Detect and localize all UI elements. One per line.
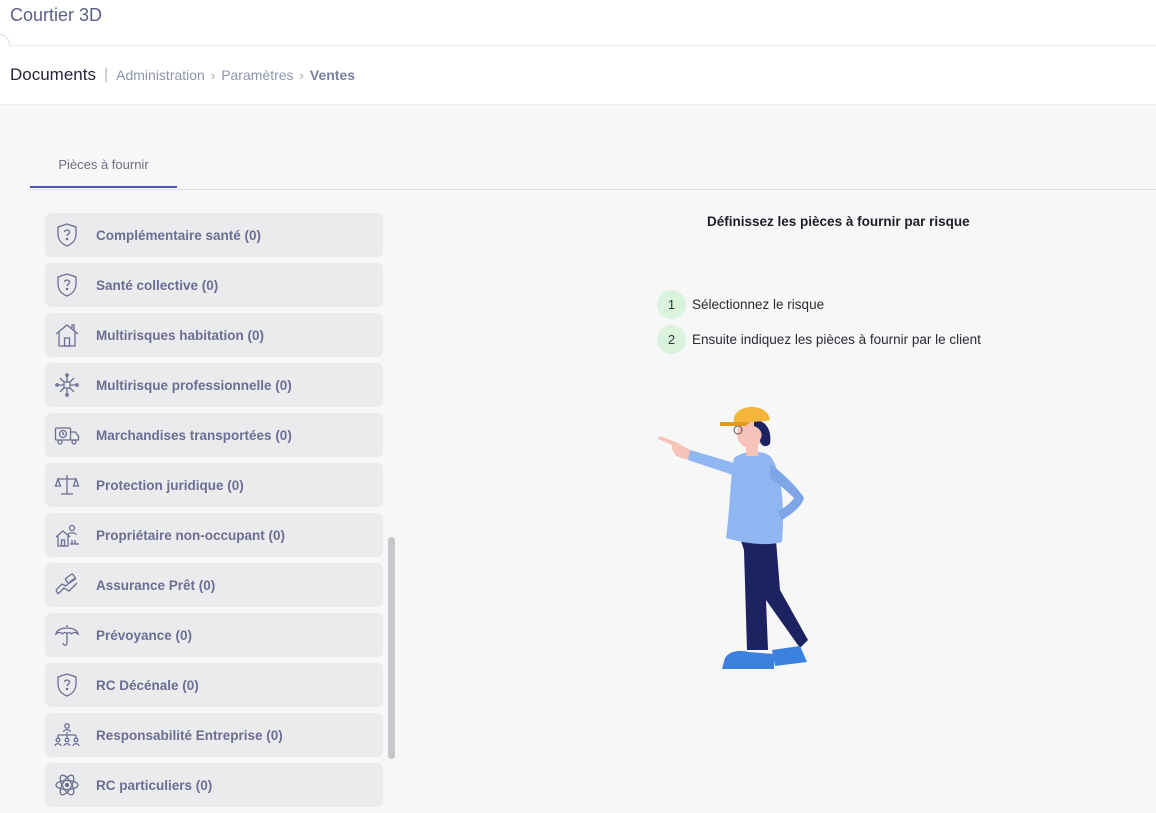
page-header: Documents | Administration › Paramètres … xyxy=(0,46,1156,105)
risk-item-label: Protection juridique (0) xyxy=(96,477,244,493)
umbrella-icon xyxy=(54,622,80,648)
breadcrumb-separator: | xyxy=(103,66,109,83)
risk-item-proprietaire-non-occupant[interactable]: Propriétaire non-occupant (0) xyxy=(45,513,383,557)
risk-item-sante-collective[interactable]: Santé collective (0) xyxy=(45,263,383,307)
breadcrumb: Documents | Administration › Paramètres … xyxy=(10,65,355,85)
risk-list: Complémentaire santé (0) Santé collectiv… xyxy=(45,213,383,813)
chevron-right-icon: › xyxy=(210,67,216,83)
app-title: Courtier 3D xyxy=(10,5,103,25)
handshake-icon xyxy=(54,572,80,598)
risk-item-label: Multirisque professionnelle (0) xyxy=(96,377,292,393)
atom-icon xyxy=(54,772,80,798)
step-1: 1 Sélectionnez le risque xyxy=(657,290,824,319)
instructions-title: Définissez les pièces à fournir par risq… xyxy=(707,214,970,229)
breadcrumb-current: Ventes xyxy=(309,67,356,83)
risk-item-label: RC Décénale (0) xyxy=(96,677,199,693)
scales-icon xyxy=(54,472,80,498)
tab-pieces-a-fournir[interactable]: Pièces à fournir xyxy=(30,148,177,188)
top-bar: Courtier 3D xyxy=(0,0,1156,46)
risk-item-label: Responsabilité Entreprise (0) xyxy=(96,727,283,743)
risk-item-assurance-pret[interactable]: Assurance Prêt (0) xyxy=(45,563,383,607)
step-text: Sélectionnez le risque xyxy=(692,297,825,312)
risk-item-multirisques-habitation[interactable]: Multirisques habitation (0) xyxy=(45,313,383,357)
tab-bar: Pièces à fournir xyxy=(30,148,1156,190)
risk-item-label: RC particuliers (0) xyxy=(96,777,213,793)
risk-item-prevoyance[interactable]: Prévoyance (0) xyxy=(45,613,383,657)
risk-item-marchandises-transportees[interactable]: Marchandises transportées (0) xyxy=(45,413,383,457)
step-2: 2 Ensuite indiquez les pièces à fournir … xyxy=(657,325,981,354)
step-text: Ensuite indiquez les pièces à fournir pa… xyxy=(692,332,981,347)
shield-question-icon xyxy=(54,222,80,248)
page-title: Documents xyxy=(10,65,96,84)
risk-item-rc-particuliers[interactable]: RC particuliers (0) xyxy=(45,763,383,807)
risk-item-label: Marchandises transportées (0) xyxy=(96,427,292,443)
step-number-badge: 2 xyxy=(657,325,686,354)
risk-item-multirisque-professionnelle[interactable]: Multirisque professionnelle (0) xyxy=(45,363,383,407)
risk-item-label: Propriétaire non-occupant (0) xyxy=(96,527,286,543)
shield-question-icon xyxy=(54,272,80,298)
risk-item-label: Santé collective (0) xyxy=(96,277,219,293)
risk-item-rc-decenale[interactable]: RC Décénale (0) xyxy=(45,663,383,707)
risk-list-scrollbar[interactable] xyxy=(388,537,395,759)
step-number-badge: 1 xyxy=(657,290,686,319)
risk-item-label: Complémentaire santé (0) xyxy=(96,227,262,243)
pointing-worker-illustration xyxy=(650,400,820,675)
breadcrumb-parametres[interactable]: Paramètres xyxy=(221,67,293,83)
risk-item-complementaire-sante[interactable]: Complémentaire santé (0) xyxy=(45,213,383,257)
breadcrumb-administration[interactable]: Administration xyxy=(116,67,205,83)
risk-item-label: Assurance Prêt (0) xyxy=(96,577,216,593)
truck-icon xyxy=(54,422,80,448)
risk-item-protection-juridique[interactable]: Protection juridique (0) xyxy=(45,463,383,507)
org-chart-icon xyxy=(54,722,80,748)
network-icon xyxy=(54,372,80,398)
risk-item-label: Prévoyance (0) xyxy=(96,627,193,643)
chevron-right-icon: › xyxy=(299,67,304,83)
risk-item-responsabilite-entreprise[interactable]: Responsabilité Entreprise (0) xyxy=(45,713,383,757)
shield-question-icon xyxy=(54,672,80,698)
owner-house-icon xyxy=(54,522,80,548)
risk-item-label: Multirisques habitation (0) xyxy=(96,327,265,343)
house-icon xyxy=(54,322,80,348)
